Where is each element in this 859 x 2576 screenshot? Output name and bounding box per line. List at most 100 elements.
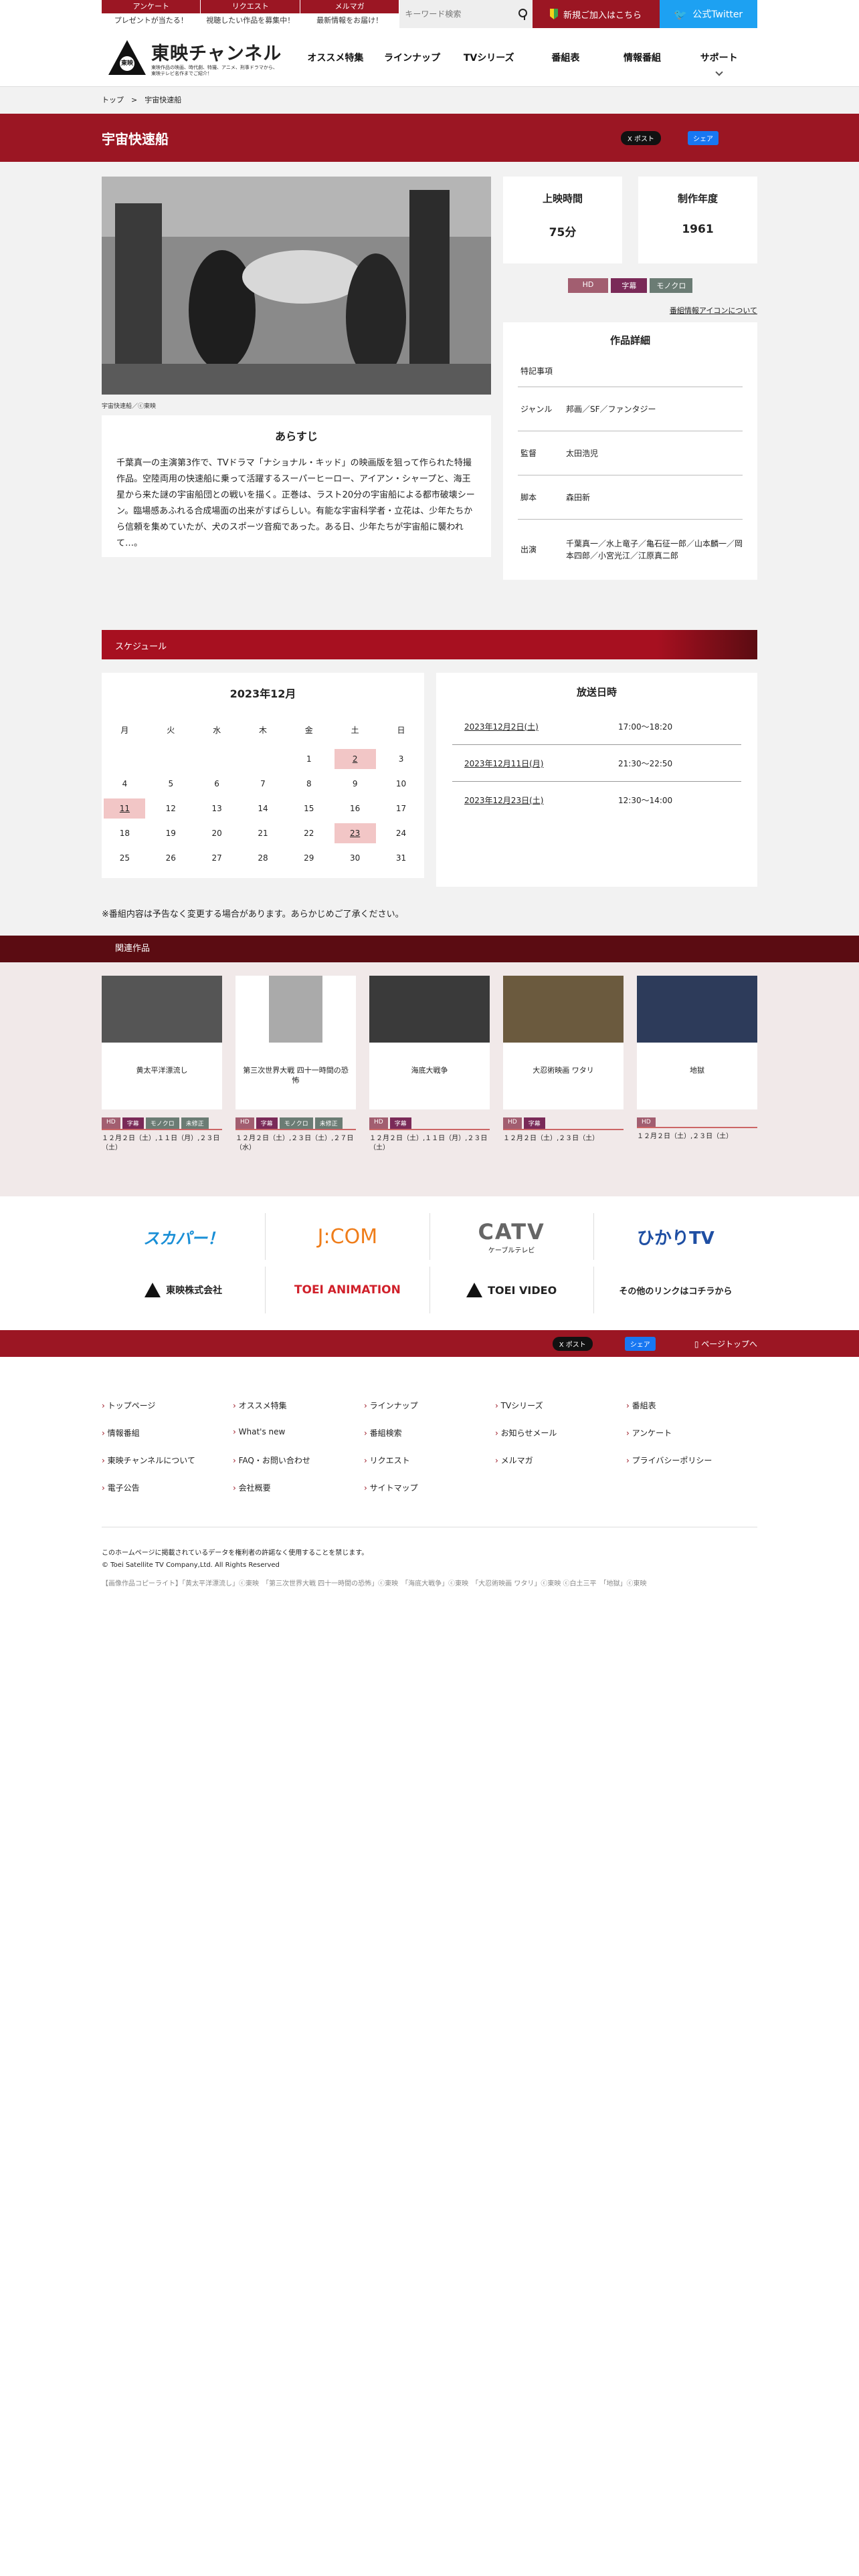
related-title: 海底大戦争 [411,1066,448,1075]
related-card[interactable]: 黄太平洋漂流し HD 字幕 モノクロ 未修正 １２月２日（土）,１１日（月）,２３日（土） [102,976,222,1153]
survey-link[interactable]: アンケート プレゼントが当たる！ [102,0,201,28]
air-row: 2023年12月2日(土) 17:00〜18:20 [452,708,741,745]
toei-logo-icon [145,1283,161,1297]
year-box: 制作年度 1961 [638,177,757,263]
search-box [399,0,533,28]
weekday-header: 金 [304,725,313,735]
related-thumbnail [637,976,757,1043]
footer-link[interactable]: 会社概要 [233,1482,364,1493]
title-band: 宇宙快速船 X ポスト シェア [0,114,859,162]
toei-video-link[interactable]: TOEI VIDEO [430,1267,594,1313]
footer-link[interactable]: TVシリーズ [495,1400,626,1411]
calendar-day: 20 [211,828,222,838]
copyright: このホームページに掲載されているデータを権利者の許諾なく使用することを禁じます。… [102,1527,757,1590]
other-links[interactable]: その他のリンクはコチラから [594,1267,757,1313]
related-dates: １２月２日（土）,１１日（月）,２３日（土） [369,1135,488,1152]
search-input[interactable] [405,9,518,19]
footer-link[interactable]: FAQ・お問い合わせ [233,1455,364,1466]
footer-link[interactable]: アンケート [626,1427,757,1438]
detail-row: ジャンル 邦画／SF／ファンタジー [518,387,743,431]
calendar-day [194,746,240,771]
related-dates: １２月２日（土）,２３日（土） [637,1133,733,1140]
footer-link[interactable]: 番組検索 [364,1427,495,1438]
footer-link[interactable]: サイトマップ [364,1482,495,1493]
toei-video-logo-icon [466,1283,483,1297]
calendar-day: 16 [350,803,361,813]
toei-company-link[interactable]: 東映株式会社 [102,1267,266,1313]
related-tags: HD 字幕 モノクロ 未修正 [235,1117,356,1130]
related-tag: HD [102,1117,120,1129]
year-value: 1961 [682,223,714,236]
footer-link[interactable]: 電子公告 [102,1482,233,1493]
pagetop-link[interactable]: ▯ ページトップへ [694,1338,757,1350]
footer-link[interactable]: メルマガ [495,1455,626,1466]
nav-tv-series[interactable]: TVシリーズ [450,28,527,87]
nav-schedule[interactable]: 番組表 [527,28,604,87]
request-link[interactable]: リクエスト 視聴したい作品を募集中！ [201,0,300,28]
footer-link[interactable]: 東映チャンネルについて [102,1455,233,1466]
nav-recommend[interactable]: オススメ特集 [297,28,374,87]
calendar-day: 26 [165,853,176,863]
toei-animation-link[interactable]: TOEI ANIMATION [266,1267,430,1313]
mailmag-link[interactable]: メルマガ 最新情報をお届け！ [300,0,400,28]
skyperfect-link[interactable]: スカパー！ [102,1213,266,1260]
weekday-header: 土 [351,725,359,735]
join-button[interactable]: 新規ご加入はこちら [532,0,660,28]
calendar-day: 31 [395,853,407,863]
related-card[interactable]: 海底大戦争 HD 字幕 １２月２日（土）,１１日（月）,２３日（土） [369,976,490,1153]
footer-link[interactable]: 番組表 [626,1400,757,1411]
footer-link[interactable]: リクエスト [364,1455,495,1466]
program-still-image [102,177,491,395]
related-card[interactable]: 地獄 HD １２月２日（土）,２３日（土） [637,976,757,1153]
twitter-button[interactable]: 🐦 公式Twitter [659,0,757,28]
jcom-link[interactable]: J:COM [266,1213,430,1260]
calendar-day: 1 [306,754,312,764]
nav-info[interactable]: 情報番組 [604,28,681,87]
calendar-day: 22 [304,828,314,838]
footer-link[interactable]: トップページ [102,1400,233,1411]
catv-link[interactable]: CATV ケーブルテレビ [430,1213,594,1260]
footer-link[interactable]: オススメ特集 [233,1400,364,1411]
calendar-day: 29 [304,853,314,863]
related-card[interactable]: 大忍術映画 ワタリ HD 字幕 １２月２日（土）,２３日（土） [503,976,624,1153]
calendar-day: 27 [211,853,222,863]
footer-nav: トップページオススメ特集ラインナップTVシリーズ番組表情報番組What's ne… [0,1357,859,1527]
detail-row: 監督 太田浩児 [518,431,743,475]
hikaritv-link[interactable]: ひかりTV [594,1213,757,1260]
footer-x-share[interactable]: X ポスト [552,1336,593,1351]
calendar-day: 9 [352,778,358,788]
search-icon[interactable] [518,8,527,20]
air-heading: 放送日時 [576,686,617,698]
related-tag: 字幕 [389,1117,411,1129]
calendar-day[interactable]: 2 [332,746,378,771]
calendar-day: 4 [122,778,128,788]
related-tag: 字幕 [256,1117,278,1129]
footer-link[interactable]: ラインナップ [364,1400,495,1411]
related-thumbnail [503,976,624,1043]
related-card[interactable]: 第三次世界大戦 四十一時間の恐怖 HD 字幕 モノクロ 未修正 １２月２日（土）,２３日（… [235,976,356,1153]
schedule-section: 2023年12月 月火水木金土日 1 2 3 4 5 6 7 8 9 10 11 12 13 14 15 16… [0,659,859,936]
calendar-day: 30 [350,853,361,863]
footer-link[interactable]: お知らせメール [495,1427,626,1438]
footer-link[interactable]: What's new [233,1427,364,1438]
facebook-share-button[interactable]: シェア [688,130,719,145]
twitter-icon: 🐦 [674,7,688,21]
synopsis-text: 千葉真一の主演第3作で、TVドラマ「ナショナル・キッド」の映画版を狙って作られた… [116,458,475,548]
calendar-day[interactable]: 23 [332,821,378,845]
top-bar: アンケート プレゼントが当たる！ リクエスト 視聴したい作品を募集中！ メルマガ 最新… [0,0,859,28]
footer-link[interactable]: 情報番組 [102,1427,233,1438]
related-title: 地獄 [690,1066,704,1075]
x-share-button[interactable]: X ポスト [620,130,661,145]
calendar-day: 17 [395,803,407,813]
related-dates: １２月２日（土）,２３日（土） [503,1135,599,1142]
nav-support[interactable]: サポート [680,28,757,87]
site-logo[interactable]: 東映 東映チャンネル 東映作品の映画、時代劇、特撮、アニメ、刑事ドラマから、東映テ… [102,39,297,77]
icon-info-link[interactable]: 番組情報アイコンについて [503,305,757,316]
breadcrumb: トップ > 宇宙快速船 [0,87,859,114]
calendar-day[interactable]: 11 [102,796,148,821]
footer-link[interactable]: プライバシーポリシー [626,1455,757,1466]
related-tags: HD [637,1117,757,1128]
footer-facebook-share[interactable]: シェア [624,1336,656,1351]
nav-lineup[interactable]: ラインナップ [374,28,451,87]
breadcrumb-home[interactable]: トップ [102,96,124,104]
